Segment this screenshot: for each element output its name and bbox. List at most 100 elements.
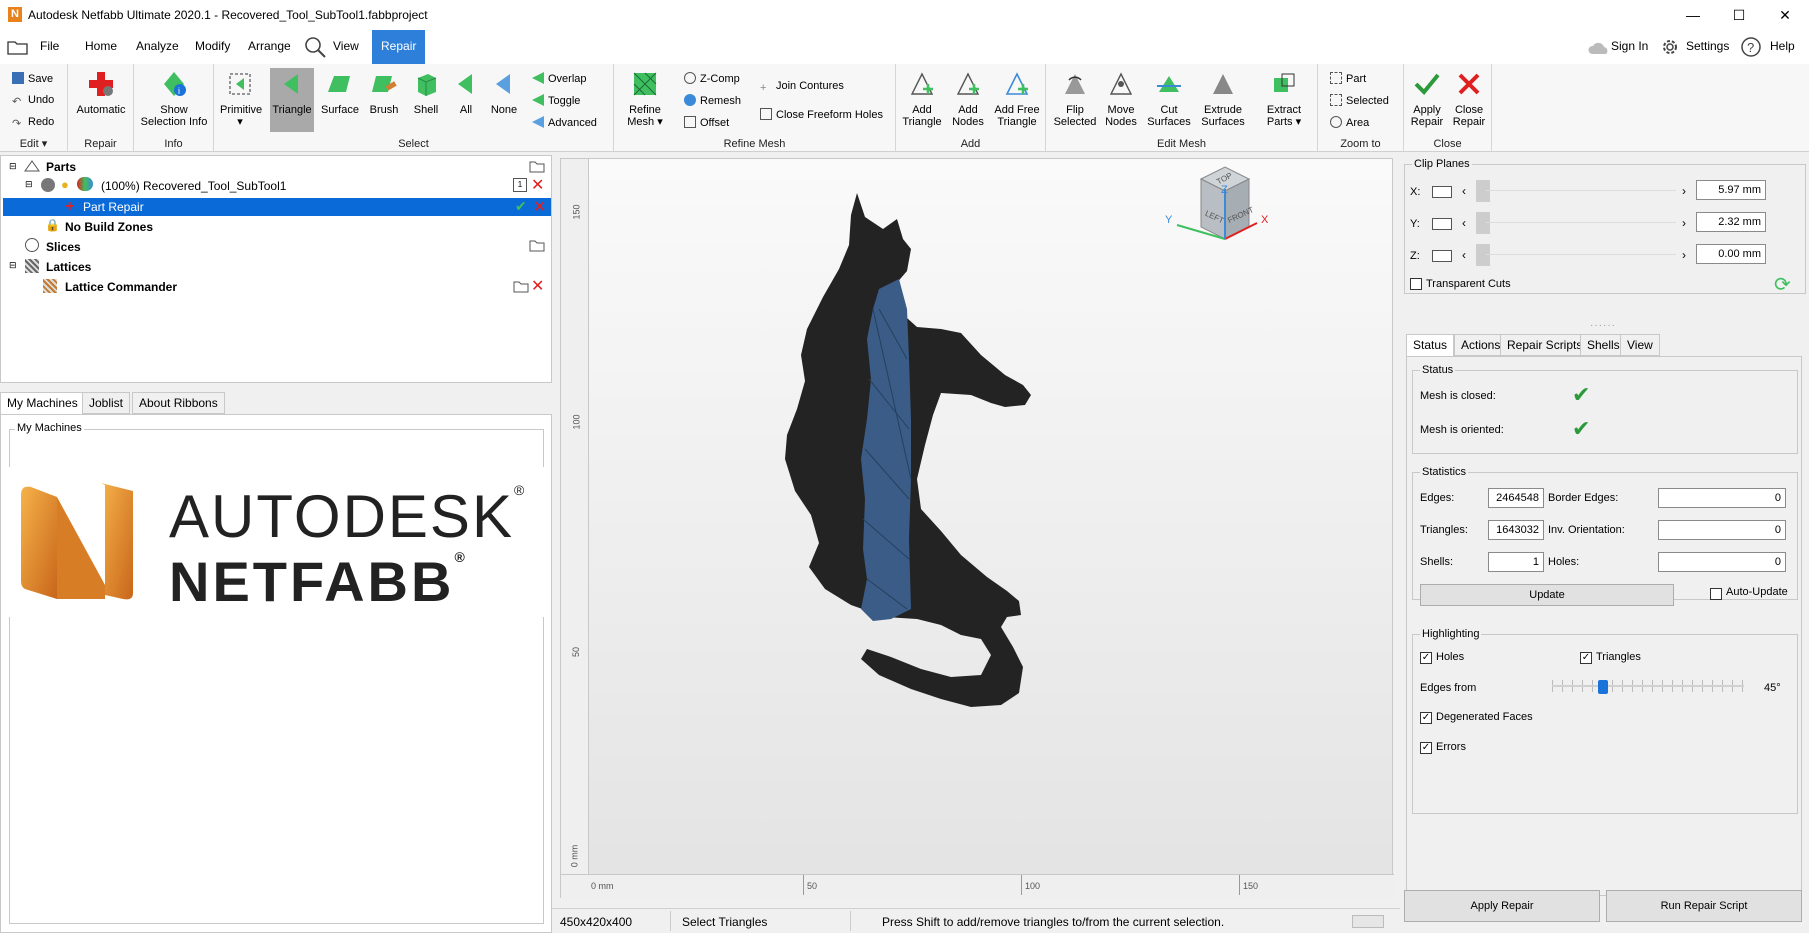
view-cube[interactable]: TOP LEFT FRONT X Y Z [1161, 159, 1271, 259]
show-selection-info-button[interactable]: i Show Selection Info [138, 70, 210, 128]
color-icon[interactable] [77, 177, 93, 191]
menu-modify[interactable]: Modify [195, 39, 230, 53]
clip-z-toggle[interactable] [1432, 250, 1452, 262]
help-icon[interactable]: ? [1740, 36, 1762, 58]
tab-my-machines[interactable]: My Machines [0, 392, 85, 414]
degenerated-faces-checkbox[interactable]: ✓ [1420, 712, 1432, 724]
open-folder-icon[interactable] [529, 159, 545, 173]
clip-x-left-arrow-icon[interactable]: ‹ [1462, 184, 1466, 198]
select-none-button[interactable]: None [486, 70, 522, 116]
remove-lattice-icon[interactable]: ✕ [531, 276, 544, 296]
splitter-grip-icon[interactable]: ······ [1590, 320, 1616, 331]
clip-y-left-arrow-icon[interactable]: ‹ [1462, 216, 1466, 230]
triangles-checkbox[interactable]: ✓ [1580, 652, 1592, 664]
clip-z-left-arrow-icon[interactable]: ‹ [1462, 248, 1466, 262]
add-nodes-button[interactable]: Add Nodes [946, 70, 990, 128]
open-folder-icon[interactable] [513, 279, 529, 293]
clip-z-slider-thumb[interactable] [1476, 244, 1490, 266]
edges-angle-slider[interactable] [1552, 680, 1744, 694]
menu-repair[interactable]: Repair [372, 30, 426, 64]
tree-no-build-zones[interactable]: No Build Zones [65, 220, 153, 234]
tab-about-ribbons[interactable]: About Ribbons [132, 392, 225, 414]
triangle-select-button[interactable]: Triangle [270, 68, 314, 132]
remesh-button[interactable]: Remesh [684, 94, 741, 107]
clip-z-input[interactable]: 0.00 mm [1696, 244, 1766, 264]
edges-angle-thumb[interactable] [1597, 680, 1608, 694]
open-folder-icon[interactable] [529, 238, 545, 252]
cancel-x-icon[interactable]: ✕ [533, 197, 546, 217]
menu-view[interactable]: View [333, 39, 359, 53]
close-repair-ribbon-button[interactable]: Close Repair [1448, 70, 1490, 128]
cut-surfaces-button[interactable]: Cut Surfaces [1144, 70, 1194, 128]
transparent-cuts-checkbox[interactable] [1410, 278, 1422, 290]
menu-file[interactable]: File [40, 39, 59, 53]
auto-update-checkbox[interactable] [1710, 588, 1722, 600]
primitive-button[interactable]: Primitive ▾ [220, 70, 262, 128]
apply-repair-ribbon-button[interactable]: Apply Repair [1406, 70, 1448, 128]
bulb-icon[interactable]: ● [61, 177, 69, 192]
help-link[interactable]: Help [1770, 39, 1795, 53]
run-repair-script-button[interactable]: Run Repair Script [1606, 890, 1802, 922]
clip-x-slider-thumb[interactable] [1476, 180, 1490, 202]
tree-part-item[interactable]: (100%) Recovered_Tool_SubTool1 [101, 179, 286, 193]
toggle-button[interactable]: Toggle [532, 94, 580, 107]
add-free-triangle-button[interactable]: Add Free Triangle [992, 70, 1042, 128]
zoom-selected-button[interactable]: Selected [1330, 94, 1389, 107]
add-triangle-button[interactable]: Add Triangle [900, 70, 944, 128]
refine-mesh-button[interactable]: Refine Mesh ▾ [620, 70, 670, 128]
tab-status[interactable]: Status [1406, 334, 1455, 356]
clip-y-input[interactable]: 2.32 mm [1696, 212, 1766, 232]
errors-checkbox[interactable]: ✓ [1420, 742, 1432, 754]
select-all-button[interactable]: All [448, 70, 484, 116]
extract-parts-button[interactable]: Extract Parts ▾ [1258, 70, 1310, 128]
extrude-surfaces-button[interactable]: Extrude Surfaces [1196, 70, 1250, 128]
clip-x-right-arrow-icon[interactable]: › [1682, 184, 1686, 198]
overlap-button[interactable]: Overlap [532, 72, 587, 85]
clip-y-toggle[interactable] [1432, 218, 1452, 230]
open-folder-icon[interactable] [7, 39, 29, 55]
tree-slices[interactable]: Slices [46, 240, 81, 254]
clip-z-right-arrow-icon[interactable]: › [1682, 248, 1686, 262]
join-contures-button[interactable]: + Join Contures [760, 80, 844, 94]
surface-select-button[interactable]: Surface [318, 70, 362, 116]
offset-button[interactable]: Offset [684, 116, 729, 129]
sign-in-link[interactable]: Sign In [1611, 39, 1648, 53]
update-button[interactable]: Update [1420, 584, 1674, 606]
tree-lattices[interactable]: Lattices [46, 260, 91, 274]
close-window-button[interactable]: ✕ [1762, 4, 1808, 26]
clip-y-right-arrow-icon[interactable]: › [1682, 216, 1686, 230]
clip-x-toggle[interactable] [1432, 186, 1452, 198]
tab-joblist[interactable]: Joblist [82, 392, 131, 414]
apply-repair-button[interactable]: Apply Repair [1404, 890, 1600, 922]
cat-model-mesh[interactable] [561, 159, 1394, 874]
save-button[interactable]: Save [12, 72, 53, 85]
advanced-button[interactable]: Advanced [532, 116, 597, 129]
remove-part-icon[interactable]: ✕ [531, 175, 544, 195]
zoom-area-button[interactable]: Area [1330, 116, 1369, 129]
close-freeform-holes-button[interactable]: Close Freeform Holes [760, 108, 883, 121]
clip-y-slider-track[interactable] [1486, 222, 1676, 223]
tab-view[interactable]: View [1620, 334, 1660, 356]
automatic-repair-button[interactable]: Automatic [74, 70, 128, 116]
shell-select-button[interactable]: Shell [406, 70, 446, 116]
maximize-button[interactable]: ☐ [1716, 4, 1762, 26]
redo-button[interactable]: ↷ Redo [12, 116, 54, 130]
brush-select-button[interactable]: Brush [364, 70, 404, 116]
undo-button[interactable]: ↶ Undo [12, 94, 54, 108]
gear-icon[interactable] [1660, 37, 1680, 57]
tree-parts[interactable]: Parts [46, 160, 76, 174]
tab-repair-scripts[interactable]: Repair Scripts [1500, 334, 1590, 356]
search-icon[interactable] [303, 35, 327, 59]
expand-icon[interactable]: ⊟ [9, 161, 17, 172]
apply-check-icon[interactable]: ✔ [515, 198, 527, 215]
refresh-icon[interactable]: ⟳ [1774, 272, 1791, 297]
holes-checkbox[interactable]: ✓ [1420, 652, 1432, 664]
z-comp-button[interactable]: Z-Comp [684, 72, 740, 85]
3d-viewport[interactable]: 150 100 50 0 mm 0 mm 50 100 150 TOP LEFT… [560, 158, 1394, 898]
expand-icon[interactable]: ⊟ [9, 260, 17, 271]
tree-part-repair[interactable]: Part Repair [83, 200, 144, 214]
clip-x-input[interactable]: 5.97 mm [1696, 180, 1766, 200]
settings-link[interactable]: Settings [1686, 39, 1729, 53]
menu-arrange[interactable]: Arrange [248, 39, 291, 53]
zoom-part-button[interactable]: Part [1330, 72, 1366, 85]
